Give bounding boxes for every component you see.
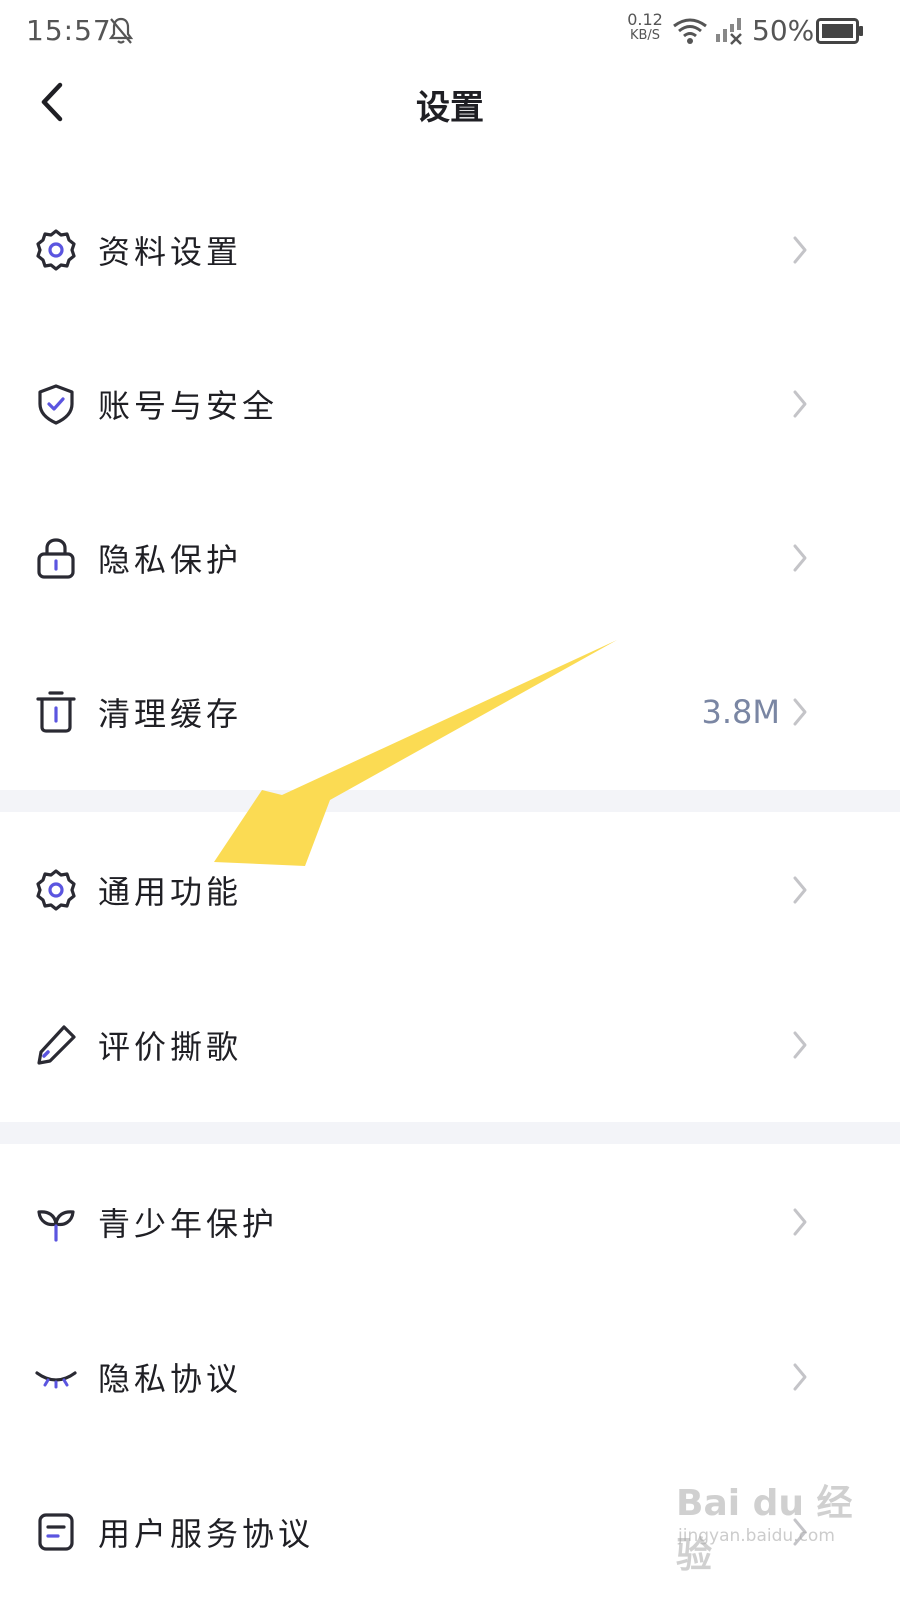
settings-item-label: 隐私协议 [98,1360,243,1398]
document-icon [34,1510,78,1554]
bell-off-icon [108,16,134,50]
chevron-right-icon [788,1202,812,1242]
network-speed: 0.12 KB/S [624,12,666,44]
chevron-right-icon [788,1357,812,1397]
status-bar: 15:57 0.12 KB/S 50% [0,0,900,64]
chevron-right-icon [788,1025,812,1065]
page-title: 设置 [416,88,484,128]
cache-size-value: 3.8M [701,693,781,731]
battery-icon [816,18,864,48]
chevron-right-icon [788,230,812,270]
trash-icon [34,690,78,734]
net-speed-value: 0.12 [627,10,663,29]
gear-icon [34,228,78,272]
settings-item-label: 用户服务协议 [98,1515,315,1553]
settings-item-label: 隐私保护 [98,541,243,579]
chevron-right-icon [788,384,812,424]
section-divider [0,1122,900,1144]
settings-item-label: 通用功能 [98,873,243,911]
section-divider [0,790,900,812]
settings-item-privacy-policy[interactable]: 隐私协议 [0,1300,900,1454]
settings-item-label: 清理缓存 [98,695,243,733]
settings-item-privacy-protection[interactable]: 隐私保护 [0,481,900,635]
wifi-icon [672,16,708,50]
sprout-icon [34,1200,78,1244]
settings-item-youth-protection[interactable]: 青少年保护 [0,1145,900,1299]
settings-item-label: 账号与安全 [98,387,279,425]
settings-item-label: 资料设置 [98,233,243,271]
net-speed-unit: KB/S [629,28,661,43]
closed-eye-icon [34,1355,78,1399]
settings-item-rate-app[interactable]: 评价撕歌 [0,968,900,1122]
settings-item-label: 青少年保护 [98,1205,279,1243]
signal-off-icon [714,14,746,50]
settings-item-clear-cache[interactable]: 清理缓存 3.8M [0,635,900,789]
baidu-watermark: Bai du 经验 jingyan.baidu.com [676,1470,886,1576]
settings-item-general[interactable]: 通用功能 [0,813,900,967]
chevron-right-icon [788,692,812,732]
shield-check-icon [34,382,78,426]
status-time: 15:57 [26,14,112,47]
lock-icon [34,536,78,580]
battery-percent: 50% [752,14,815,47]
gear-icon [34,868,78,912]
settings-item-label: 评价撕歌 [98,1028,243,1066]
settings-item-account-security[interactable]: 账号与安全 [0,327,900,481]
watermark-url: jingyan.baidu.com [678,1526,835,1546]
chevron-right-icon [788,538,812,578]
pencil-icon [34,1023,78,1067]
settings-item-profile[interactable]: 资料设置 [0,173,900,327]
chevron-right-icon [788,870,812,910]
nav-bar: 设置 [0,64,900,140]
